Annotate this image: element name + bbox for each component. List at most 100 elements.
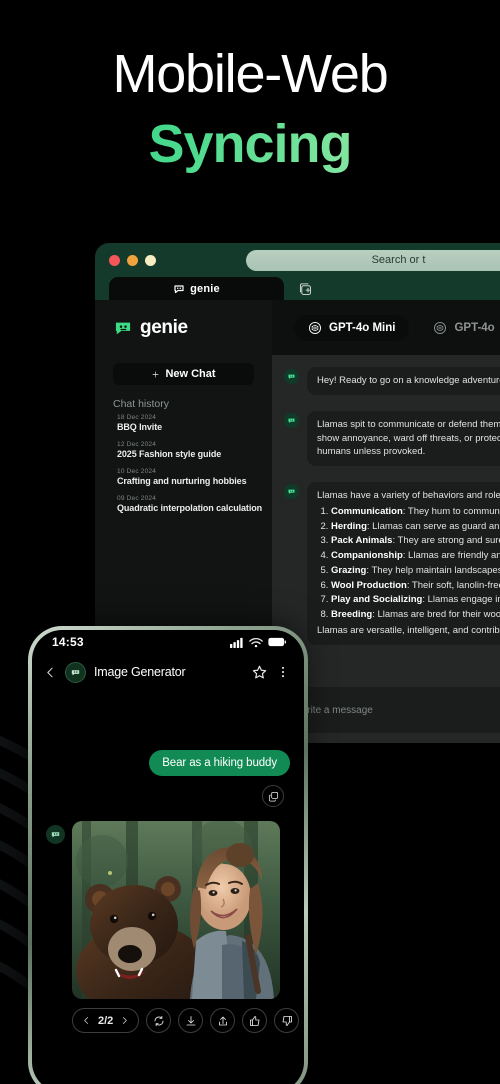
user-message: Bear as a hiking buddy: [46, 750, 290, 776]
new-chat-button[interactable]: New Chat: [113, 363, 254, 385]
phone-screen: 14:53 Image Generator Bear as a hiking b…: [32, 630, 304, 1084]
star-icon[interactable]: [251, 664, 268, 681]
genie-bubble-icon: [174, 284, 184, 293]
image-toolbar: 2/2: [46, 1008, 300, 1033]
chevron-left-icon[interactable]: [82, 1016, 91, 1025]
new-chat-label: New Chat: [165, 368, 216, 380]
refresh-icon: [154, 1015, 164, 1026]
list-item: Herding: Llamas can serve as guard anima…: [331, 520, 500, 534]
zoom-window-button[interactable]: [145, 254, 156, 266]
headline-line-2: Syncing: [0, 111, 500, 179]
phone-app-header: Image Generator: [32, 654, 304, 690]
regenerate-button[interactable]: [146, 1008, 172, 1033]
like-button[interactable]: [242, 1008, 268, 1033]
history-date: 12 Dec 2024: [117, 441, 157, 448]
thumbs-down-icon: [282, 1015, 292, 1026]
genie-avatar-icon: [65, 661, 86, 683]
address-bar[interactable]: Search or t: [246, 249, 500, 271]
generated-image[interactable]: [72, 821, 280, 999]
wifi-icon: [249, 637, 263, 647]
history-title: BBQ Invite: [117, 422, 163, 432]
more-vertical-icon[interactable]: [276, 664, 290, 680]
list-item[interactable]: 10 Dec 2024 Crafting and nurturing hobbi…: [117, 468, 262, 486]
genie-avatar-icon: [284, 369, 299, 384]
model-selector: GPT-4o Mini GPT-4o Pro: [272, 300, 500, 355]
download-icon: [186, 1015, 196, 1025]
history-title: Crafting and nurturing hobbies: [117, 476, 247, 486]
message-actions: [46, 785, 290, 807]
model-option-gpt4o-mini[interactable]: GPT-4o Mini: [294, 314, 410, 341]
behavior-list: Communication: They hum to communicate a…: [331, 505, 500, 622]
phone-status-bar: 14:53: [32, 630, 304, 654]
chat-history-label: Chat history: [113, 398, 170, 410]
model-label: GPT-4o Mini: [329, 321, 396, 334]
message-text: Hey! Ready to go on a knowledge adventur…: [307, 367, 500, 395]
phone-app-title: Image Generator: [94, 665, 186, 679]
genie-avatar-icon: [284, 484, 299, 500]
list-item: Breeding: Llamas are bred for their wool…: [331, 608, 500, 622]
copy-button[interactable]: [262, 785, 284, 807]
share-button[interactable]: [210, 1008, 236, 1033]
headline-line-1: Mobile-Web: [112, 44, 388, 104]
app-logo: genie: [95, 300, 272, 355]
minimize-window-button[interactable]: [127, 254, 138, 266]
list-item: Communication: They hum to communicate a…: [331, 505, 500, 519]
message-input[interactable]: Write a message: [284, 687, 500, 733]
thumbs-up-icon: [249, 1015, 260, 1026]
list-item: Grazing: They help maintain landscapes.: [331, 564, 500, 578]
list-item: Companionship: Llamas are friendly and s…: [331, 549, 500, 563]
share-icon: [218, 1016, 227, 1025]
app-logo-label: genie: [140, 316, 188, 338]
genie-avatar-icon: [284, 412, 299, 428]
page-title: Mobile-Web Syncing: [0, 46, 500, 178]
browser-titlebar: Search or t: [95, 243, 500, 277]
phone-mockup: 14:53 Image Generator Bear as a hiking b…: [28, 626, 308, 1084]
phone-conversation: Bear as a hiking buddy 2/2: [32, 750, 304, 1033]
browser-tab-genie[interactable]: genie: [109, 277, 284, 300]
history-date: 10 Dec 2024: [117, 468, 157, 475]
history-title: 2025 Fashion style guide: [117, 449, 222, 459]
dislike-button[interactable]: [274, 1008, 300, 1033]
chevron-right-icon[interactable]: [120, 1016, 129, 1025]
history-date: 09 Dec 2024: [117, 495, 157, 502]
message-text: Llamas have a variety of behaviors and r…: [307, 482, 500, 645]
cellular-signal-icon: [230, 637, 243, 648]
new-tab-plus-icon[interactable]: [298, 282, 313, 297]
plus-icon: [152, 371, 159, 377]
list-item[interactable]: 18 Dec 2024 BBQ Invite: [117, 414, 262, 432]
assistant-message: Llamas spit to communicate or defend the…: [284, 410, 500, 467]
list-item[interactable]: 12 Dec 2024 2025 Fashion style guide: [117, 441, 262, 459]
list-item[interactable]: 09 Dec 2024 Quadratic interpolation calc…: [117, 495, 262, 513]
openai-logo-icon: [434, 321, 447, 334]
history-title: Quadratic interpolation calculation: [117, 503, 263, 513]
traffic-lights: [109, 254, 156, 266]
model-option-gpt4o[interactable]: GPT-4o Pro: [419, 315, 500, 341]
message-text: Bear as a hiking buddy: [149, 750, 290, 776]
list-item: Pack Animals: They are strong and sure-f…: [331, 534, 500, 548]
openai-logo-icon: [308, 321, 322, 334]
status-icons: [230, 637, 286, 648]
assistant-image-message: [46, 821, 290, 999]
close-window-button[interactable]: [109, 254, 120, 266]
assistant-message: Hey! Ready to go on a knowledge adventur…: [284, 367, 500, 395]
genie-logo-icon: [115, 322, 131, 334]
assistant-message-list: Llamas have a variety of behaviors and r…: [284, 482, 500, 645]
list-outro: Llamas are versatile, intelligent, and c…: [317, 624, 500, 636]
battery-icon: [268, 637, 286, 647]
list-item: Wool Production: Their soft, lanolin-fre…: [331, 579, 500, 593]
status-clock: 14:53: [52, 635, 84, 649]
chat-history-list: 18 Dec 2024 BBQ Invite 12 Dec 2024 2025 …: [95, 414, 272, 522]
bear-and-hiker-illustration: [72, 821, 280, 999]
history-date: 18 Dec 2024: [117, 414, 157, 421]
copy-icon: [268, 791, 278, 801]
back-chevron-icon[interactable]: [44, 666, 57, 679]
message-text: Llamas spit to communicate or defend the…: [307, 410, 500, 467]
promo-screenshot: Mobile-Web Syncing Search or t genie gen…: [0, 0, 500, 1084]
download-button[interactable]: [178, 1008, 204, 1033]
browser-tab-label: genie: [190, 282, 220, 295]
image-pagination: 2/2: [72, 1008, 140, 1033]
list-item: Play and Socializing: Llamas engage in p…: [331, 593, 500, 607]
message-list: Hey! Ready to go on a knowledge adventur…: [272, 355, 500, 687]
page-indicator: 2/2: [98, 1014, 114, 1027]
list-intro: Llamas have a variety of behaviors and r…: [317, 490, 500, 502]
